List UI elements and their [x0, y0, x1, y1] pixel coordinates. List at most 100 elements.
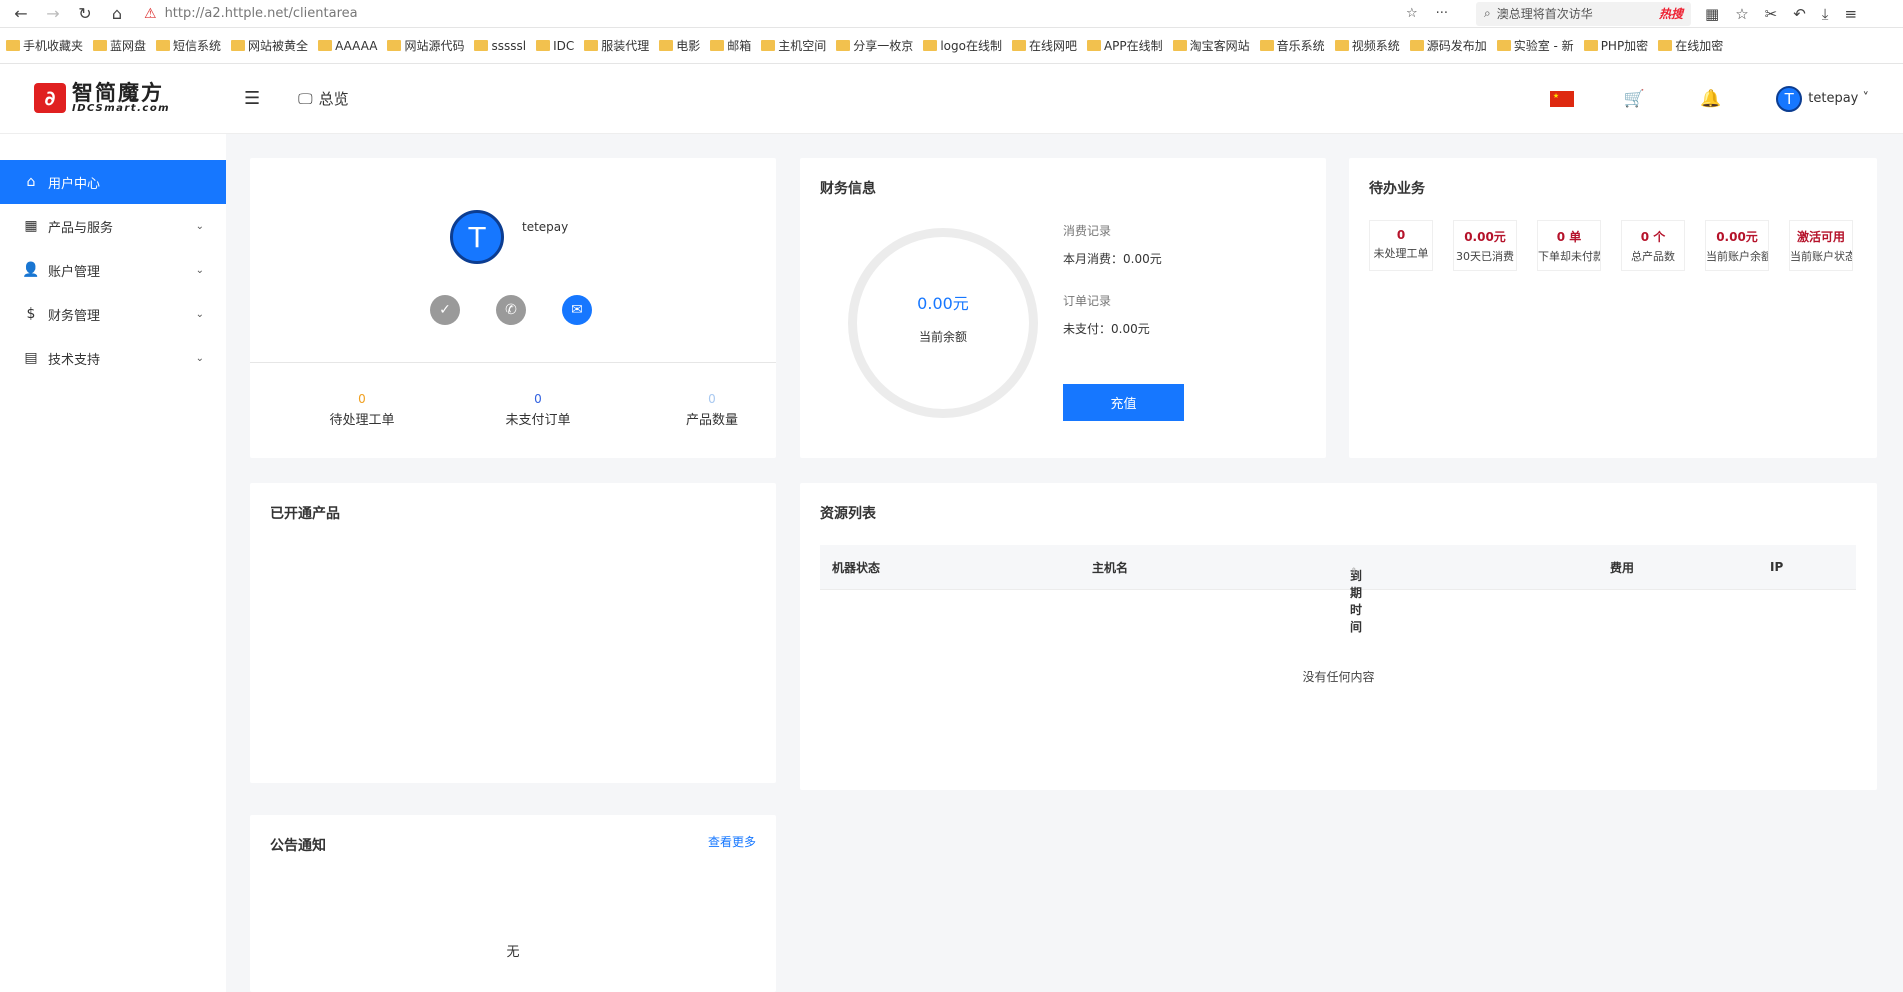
todo-item[interactable]: 0 个总产品数: [1621, 220, 1685, 271]
home-icon[interactable]: ⌂: [104, 1, 130, 27]
stat-product-count[interactable]: 0 产品数量: [652, 392, 772, 428]
todo-value: 0 个: [1640, 230, 1666, 244]
bookmark-item[interactable]: 服装代理: [584, 37, 649, 54]
stat-unpaid-orders[interactable]: 0 未支付订单: [478, 392, 598, 428]
menu-icon[interactable]: ≡: [1844, 5, 1857, 23]
bookmark-item[interactable]: IDC: [536, 39, 574, 53]
mail-icon[interactable]: ✉: [562, 295, 592, 325]
screenshot-icon[interactable]: ✂: [1765, 5, 1778, 23]
bookmark-item[interactable]: PHP加密: [1583, 37, 1648, 54]
stat-pending-tickets[interactable]: 0 待处理工单: [302, 392, 422, 428]
user-menu[interactable]: tetepay ˅: [1808, 91, 1869, 106]
profile-avatar: T: [450, 210, 504, 264]
bookmark-item[interactable]: 音乐系统: [1259, 37, 1325, 54]
bookmark-item[interactable]: 网站源代码: [387, 37, 464, 54]
bookmark-item[interactable]: sssssl: [474, 39, 526, 53]
favorites-icon[interactable]: ☆: [1735, 5, 1748, 23]
folder-icon: [836, 40, 851, 51]
sidebar-item-label: 财务管理: [48, 308, 101, 324]
bookmark-item[interactable]: 网站被黄全: [231, 37, 308, 54]
folder-icon: [6, 40, 20, 51]
back-icon[interactable]: ←: [8, 1, 34, 27]
card-title: 公告通知: [270, 838, 326, 854]
resource-list-card: 资源列表 机器状态 主机名 到期时间 ⇕ 费用 IP 没有任何内容: [800, 483, 1877, 790]
overview-link[interactable]: 🖵 总览: [298, 88, 348, 109]
bookmark-item[interactable]: 分享一枚京: [836, 37, 913, 54]
todo-card: 待办业务 0 未处理工单 0.00元 30天已消费 0 单下单却未付款 0 个总产品数 0.…: [1349, 158, 1877, 458]
col-hostname: 主机名: [1092, 560, 1129, 575]
apps-icon[interactable]: ▦: [1705, 5, 1719, 23]
chevron-down-icon: ⌄: [195, 264, 204, 276]
cart-icon[interactable]: 🛒: [1624, 89, 1645, 109]
undo-icon[interactable]: ↶: [1793, 5, 1806, 23]
empty-message: 没有任何内容: [1302, 670, 1375, 684]
sidebar-item-finance[interactable]: $ 财务管理 ⌄: [0, 292, 226, 336]
folder-icon: [387, 40, 402, 51]
forward-icon[interactable]: →: [40, 1, 66, 27]
search-input[interactable]: ⌕ 澳总理将首次访华 热搜: [1476, 1, 1691, 26]
folder-icon: [1496, 40, 1511, 51]
folder-icon: [536, 40, 551, 51]
order-title: 订单记录: [1063, 294, 1112, 308]
balance-label: 当前余额: [918, 330, 967, 344]
bookmark-item[interactable]: logo在线制: [923, 37, 1002, 54]
bell-icon[interactable]: 🔔: [1700, 89, 1721, 109]
sidebar-item-products[interactable]: ▦ 产品与服务 ⌄: [0, 204, 226, 248]
folder-icon: [659, 40, 674, 51]
search-icon: ⌕: [1484, 6, 1491, 20]
todo-item[interactable]: 0 单下单却未付款: [1537, 220, 1601, 271]
todo-label: 当前账户余额: [1706, 250, 1769, 263]
todo-item[interactable]: 0.00元 30天已消费: [1453, 220, 1517, 271]
divider: [250, 362, 776, 363]
bookmark-item[interactable]: 主机空间: [761, 37, 826, 54]
bookmark-item[interactable]: 电影: [659, 37, 700, 54]
sort-icon: ⇕: [1350, 567, 1358, 577]
finance-card: 财务信息 0.00元 当前余额 消费记录 本月消费：0.00元 订单记录 未支付…: [800, 158, 1326, 458]
folder-icon: [231, 40, 246, 51]
view-more-link[interactable]: 查看更多: [708, 833, 756, 850]
phone-icon[interactable]: ✆: [496, 295, 526, 325]
sidebar-item-support[interactable]: ▤ 技术支持 ⌄: [0, 336, 226, 380]
search-brand: 热搜: [1658, 7, 1683, 21]
folder-icon: [1011, 40, 1026, 51]
bookmark-item[interactable]: APP在线制: [1086, 37, 1163, 54]
bookmark-item[interactable]: 视频系统: [1334, 37, 1400, 54]
address-bar[interactable]: ⚠ http://a2.httple.net/clientarea ☆ ···: [136, 2, 1456, 26]
download-icon[interactable]: ⤓: [1822, 5, 1829, 23]
shield-icon[interactable]: ✓: [430, 295, 460, 325]
reload-icon[interactable]: ↻: [72, 1, 98, 27]
todo-item[interactable]: 0.00元 当前账户余额: [1705, 220, 1769, 271]
folder-icon: [923, 40, 938, 51]
col-fee: 费用: [1610, 560, 1635, 575]
todo-item[interactable]: 激活可用 当前账户状态: [1789, 220, 1853, 271]
card-title: 财务信息: [820, 181, 876, 197]
sidebar-item-account[interactable]: 👤 账户管理 ⌄: [0, 248, 226, 292]
bookmark-item[interactable]: AAAAA: [318, 39, 377, 53]
language-flag-icon[interactable]: [1549, 90, 1574, 107]
star-icon[interactable]: ☆: [1406, 6, 1418, 21]
bookmark-item[interactable]: 在线网吧: [1011, 37, 1077, 54]
folder-icon: [1658, 40, 1673, 51]
bookmark-item[interactable]: 蓝网盘: [93, 37, 146, 54]
bookmark-item[interactable]: 实验室 - 新: [1496, 37, 1574, 54]
todo-label: 下单却未付款: [1538, 250, 1601, 263]
bookmark-item[interactable]: 淘宝客网站: [1172, 37, 1250, 54]
browser-toolbar: ← → ↻ ⌂ ⚠ http://a2.httple.net/clientare…: [0, 0, 1903, 28]
sidebar-item-label: 产品与服务: [48, 220, 114, 236]
folder-icon: [1583, 40, 1598, 51]
menu-collapse-icon[interactable]: ☰: [244, 88, 260, 109]
sidebar-item-user-center[interactable]: ⌂ 用户中心: [0, 160, 226, 204]
bookmark-item[interactable]: 源码发布加: [1409, 37, 1487, 54]
todo-item[interactable]: 0 未处理工单: [1369, 220, 1433, 271]
card-title: 待办业务: [1369, 181, 1425, 197]
folder-icon: [710, 40, 725, 51]
user-avatar[interactable]: T: [1776, 85, 1803, 112]
todo-label: 30天已消费: [1456, 250, 1514, 263]
bookmark-item[interactable]: 手机收藏夹: [6, 37, 83, 54]
recharge-button[interactable]: 充值: [1063, 384, 1184, 421]
bookmark-item[interactable]: 邮箱: [710, 37, 751, 54]
more-icon[interactable]: ···: [1436, 6, 1448, 21]
bookmark-item[interactable]: 短信系统: [156, 37, 221, 54]
bookmark-item[interactable]: 在线加密: [1658, 37, 1723, 54]
logo[interactable]: ∂ 智简魔方 IDCSmart.com: [34, 82, 214, 115]
